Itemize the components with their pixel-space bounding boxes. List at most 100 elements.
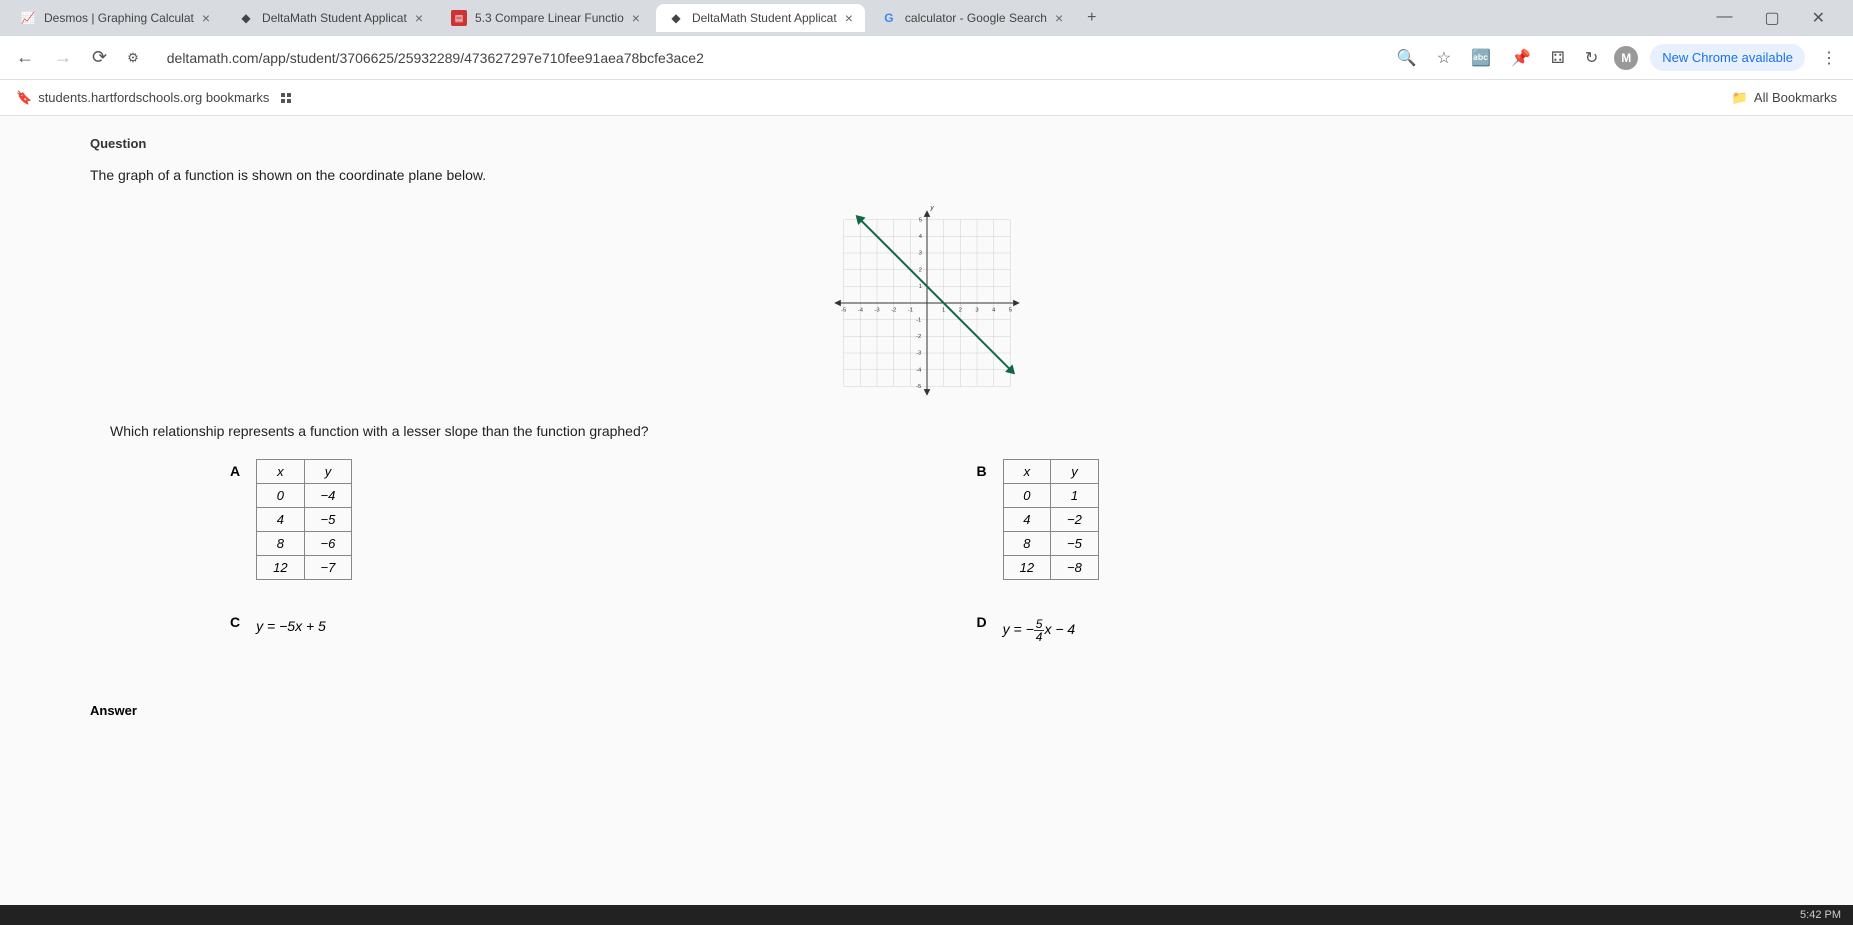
folder-icon: 🔖 (16, 90, 32, 106)
svg-text:-1: -1 (916, 317, 921, 323)
forward-button[interactable]: → (50, 43, 76, 72)
page-content: Question The graph of a function is show… (0, 116, 1853, 905)
site-info-icon[interactable]: ⚙ (123, 46, 143, 70)
tab-title: DeltaMath Student Applicat (262, 11, 407, 25)
back-button[interactable]: ← (12, 43, 38, 72)
svg-text:3: 3 (975, 307, 978, 313)
deltamath-icon: ◆ (238, 10, 254, 26)
all-bookmarks-button[interactable]: 📁 All Bookmarks (1732, 90, 1837, 106)
choice-a[interactable]: A xy 0−4 4−5 8−6 12−7 (230, 459, 877, 580)
svg-text:3: 3 (918, 251, 921, 257)
svg-text:4: 4 (918, 234, 922, 240)
refresh-ext-icon[interactable]: ↻ (1581, 44, 1602, 72)
equation-d: y = −54x − 4 (1003, 610, 1076, 643)
apps-button[interactable] (281, 93, 291, 103)
browser-tab-bar: 📈 Desmos | Graphing Calculat × ◆ DeltaMa… (0, 0, 1853, 36)
svg-text:1: 1 (942, 307, 945, 313)
search-icon[interactable]: 🔍 (1393, 44, 1421, 72)
pin-icon[interactable]: 📌 (1507, 44, 1535, 72)
choice-label-c: C (230, 614, 240, 630)
svg-text:2: 2 (918, 267, 921, 273)
doc-icon: ▤ (451, 10, 467, 26)
tab-title: calculator - Google Search (905, 11, 1047, 25)
all-bookmarks-label: All Bookmarks (1754, 90, 1837, 105)
tab-desmos[interactable]: 📈 Desmos | Graphing Calculat × (8, 4, 222, 32)
svg-text:5: 5 (1008, 307, 1011, 313)
menu-icon[interactable]: ⋮ (1817, 44, 1841, 72)
svg-text:2: 2 (958, 307, 961, 313)
svg-text:-4: -4 (857, 307, 863, 313)
tab-google-calculator[interactable]: G calculator - Google Search × (869, 4, 1075, 32)
svg-text:-3: -3 (874, 307, 879, 313)
choice-c[interactable]: C y = −5x + 5 (230, 610, 877, 643)
close-button[interactable]: ✕ (1804, 4, 1833, 32)
table-row: 4−2 (1003, 508, 1098, 532)
bookmarks-bar: 🔖 students.hartfordschools.org bookmarks… (0, 80, 1853, 116)
windows-taskbar[interactable]: 5:42 PM (0, 905, 1853, 925)
window-controls: — ▢ ✕ (1708, 4, 1845, 32)
answer-choices: A xy 0−4 4−5 8−6 12−7 B xy 01 4−2 8−5 12… (90, 459, 1763, 643)
svg-text:-4: -4 (916, 367, 922, 373)
google-icon: G (881, 10, 897, 26)
svg-text:y: y (929, 205, 934, 212)
choice-label-d: D (977, 614, 987, 630)
close-icon[interactable]: × (202, 10, 210, 26)
table-row: 4−5 (257, 508, 352, 532)
question-text: The graph of a function is shown on the … (90, 167, 1763, 183)
table-row: 12−8 (1003, 556, 1098, 580)
svg-text:-2: -2 (916, 334, 921, 340)
tab-deltamath-2[interactable]: ◆ DeltaMath Student Applicat × (656, 4, 865, 32)
taskbar-time: 5:42 PM (1800, 909, 1841, 921)
new-tab-button[interactable]: + (1079, 5, 1104, 31)
graph-container: y -5 -4 -3 -2 -1 1 2 3 4 5 5 4 3 2 1 -1 -2 -3 -4 -5 (90, 203, 1763, 403)
url-field[interactable]: deltamath.com/app/student/3706625/259322… (155, 42, 1381, 74)
bookmark-label: students.hartfordschools.org bookmarks (38, 90, 269, 105)
svg-text:-1: -1 (907, 307, 912, 313)
svg-text:-5: -5 (841, 307, 846, 313)
close-icon[interactable]: × (845, 10, 853, 26)
table-a: xy 0−4 4−5 8−6 12−7 (256, 459, 352, 580)
close-icon[interactable]: × (632, 10, 640, 26)
address-bar: ← → ⟳ ⚙ deltamath.com/app/student/370662… (0, 36, 1853, 80)
tab-title: DeltaMath Student Applicat (692, 11, 837, 25)
deltamath-icon: ◆ (668, 10, 684, 26)
apps-icon (281, 93, 291, 103)
minimize-button[interactable]: — (1708, 4, 1740, 32)
choice-label-a: A (230, 463, 240, 479)
sub-question-text: Which relationship represents a function… (110, 423, 1763, 439)
table-row: 12−7 (257, 556, 352, 580)
choice-d[interactable]: D y = −54x − 4 (977, 610, 1624, 643)
extensions-icon[interactable]: ⚃ (1547, 44, 1569, 72)
maximize-button[interactable]: ▢ (1756, 4, 1787, 32)
chrome-update-button[interactable]: New Chrome available (1650, 44, 1805, 71)
choice-label-b: B (977, 463, 987, 479)
svg-text:5: 5 (918, 217, 921, 223)
bookmark-star-icon[interactable]: ☆ (1433, 44, 1455, 72)
svg-text:-5: -5 (916, 384, 921, 390)
folder-icon: 📁 (1732, 90, 1748, 106)
svg-text:4: 4 (992, 307, 996, 313)
tab-title: Desmos | Graphing Calculat (44, 11, 194, 25)
translate-icon[interactable]: 🔤 (1467, 44, 1495, 72)
table-row: 0−4 (257, 484, 352, 508)
equation-c: y = −5x + 5 (256, 610, 326, 634)
svg-text:1: 1 (918, 284, 921, 290)
close-icon[interactable]: × (415, 10, 423, 26)
table-row: 8−5 (1003, 532, 1098, 556)
svg-text:-2: -2 (891, 307, 896, 313)
desmos-icon: 📈 (20, 10, 36, 26)
choice-b[interactable]: B xy 01 4−2 8−5 12−8 (977, 459, 1624, 580)
svg-text:-3: -3 (916, 351, 921, 357)
tab-compare-linear[interactable]: ▤ 5.3 Compare Linear Functio × (439, 4, 652, 32)
close-icon[interactable]: × (1055, 10, 1063, 26)
table-row: 01 (1003, 484, 1098, 508)
tab-title: 5.3 Compare Linear Functio (475, 11, 624, 25)
profile-avatar[interactable]: M (1614, 46, 1638, 70)
tab-deltamath-1[interactable]: ◆ DeltaMath Student Applicat × (226, 4, 435, 32)
coordinate-graph: y -5 -4 -3 -2 -1 1 2 3 4 5 5 4 3 2 1 -1 -2 -3 -4 -5 (827, 203, 1027, 403)
bookmark-hartford[interactable]: 🔖 students.hartfordschools.org bookmarks (16, 90, 269, 106)
answer-heading: Answer (90, 703, 1763, 718)
reload-button[interactable]: ⟳ (88, 43, 111, 72)
question-heading: Question (90, 136, 1763, 151)
table-b: xy 01 4−2 8−5 12−8 (1003, 459, 1099, 580)
